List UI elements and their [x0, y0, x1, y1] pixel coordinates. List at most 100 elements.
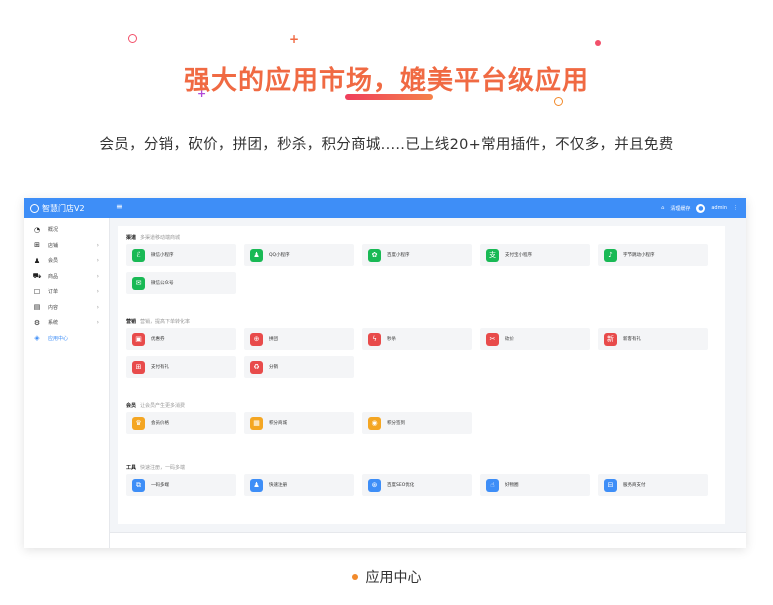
app-icon: ▣ [132, 332, 145, 346]
top-bar: 智慧门店V2 ≡ ⌂ 清理缓存 ● admin ⋮ [24, 198, 746, 218]
app-card[interactable]: ▦ 积分商城 [244, 412, 354, 434]
brand[interactable]: 智慧门店V2 [24, 198, 116, 218]
clear-cache-link[interactable]: 清理缓存 [670, 205, 690, 212]
app-icon: ⊛ [368, 478, 381, 492]
app-card-label: 优惠券 [151, 337, 165, 342]
app-window: 智慧门店V2 ≡ ⌂ 清理缓存 ● admin ⋮ ◔ 概况 ⊞ 店铺 › ♟ 会员 › ⛟ 商品… [24, 198, 746, 548]
app-card[interactable]: ⧉ 一码多端 [126, 474, 236, 496]
app-icon: 新 [604, 332, 617, 346]
app-card[interactable]: ϟ 秒杀 [362, 328, 472, 350]
app-icon: ⧉ [132, 478, 145, 492]
sidebar-item[interactable]: ⛟ 商品 › [24, 269, 109, 285]
app-icon: ♪ [604, 248, 617, 262]
app-card[interactable]: ☝ 好物圈 [480, 474, 590, 496]
sidebar-item[interactable]: ⚙ 系统 › [24, 315, 109, 331]
sidebar-item[interactable]: ☐ 订单 › [24, 284, 109, 300]
app-card[interactable]: ⊞ 支付有礼 [126, 356, 236, 378]
decor-dot-1 [595, 40, 601, 46]
cart-icon: ⛟ [32, 271, 42, 280]
chevron-right-icon: › [96, 241, 99, 249]
app-card-label: 百度SEO优化 [387, 483, 415, 488]
apps-icon: ◈ [34, 334, 40, 343]
top-right-actions: ⌂ 清理缓存 ● admin ⋮ [661, 198, 738, 218]
app-card[interactable]: ▣ 优惠券 [126, 328, 236, 350]
app-icon: ⊞ [132, 360, 145, 374]
section-heading: 渠道 [126, 235, 137, 241]
app-icon: 支 [486, 248, 499, 262]
app-icon: ♛ [132, 416, 145, 430]
app-card-label: 百度小程序 [387, 253, 410, 258]
home-icon[interactable]: ⌂ [661, 205, 664, 211]
section-description: 让会员产生更多消费 [140, 403, 186, 409]
app-card[interactable]: ⊟ 服务商支付 [598, 474, 708, 496]
app-icon: ♟ [250, 248, 263, 262]
brand-logo-icon [30, 203, 39, 213]
app-icon: ✿ [368, 248, 381, 262]
avatar[interactable]: ● [696, 203, 706, 213]
app-card-label: 微信小程序 [151, 253, 174, 258]
app-card[interactable]: 新 新客有礼 [598, 328, 708, 350]
sidebar-item-label: 内容 [48, 304, 59, 311]
app-icon: ▦ [250, 416, 263, 430]
sidebar-item[interactable]: ♟ 会员 › [24, 253, 109, 269]
app-card[interactable]: ♟ 快速注册 [244, 474, 354, 496]
sidebar-item[interactable]: ◈ 应用中心 [24, 331, 109, 347]
app-card-label: 秒杀 [387, 337, 396, 342]
chevron-right-icon: › [96, 257, 99, 265]
sidebar-item-label: 店铺 [48, 242, 59, 249]
app-icon: ◉ [368, 416, 381, 430]
app-card[interactable]: ⊛ 百度SEO优化 [362, 474, 472, 496]
menu-toggle-icon[interactable]: ≡ [116, 202, 123, 211]
app-card-label: 分销 [269, 365, 278, 370]
app-card[interactable]: ♟ QQ小程序 [244, 244, 354, 266]
app-card[interactable]: ✉ 微信公众号 [126, 272, 236, 294]
users-icon: ♟ [33, 256, 41, 265]
promo-headline: 强大的应用市场，媲美平台级应用 [183, 66, 589, 96]
section-title: 营销 营销，提高下单转化率 [126, 318, 190, 325]
chevron-right-icon: › [96, 319, 99, 327]
section-description: 多渠道移动端商城 [140, 235, 181, 241]
promo-subtitle: 会员，分销，砍价，拼团，秒杀，积分商城.....已上线20+常用插件，不仅多，并… [99, 137, 674, 153]
app-card-label: 字节跳动小程序 [623, 253, 655, 258]
section-title: 渠道 多渠道移动端商城 [126, 234, 180, 241]
section-title: 工具 快速注册，一码多端 [126, 464, 185, 471]
sidebar-item[interactable]: ▤ 内容 › [24, 300, 109, 316]
app-icon: ℰ [132, 248, 145, 262]
section-heading: 工具 [126, 465, 137, 471]
app-card[interactable]: ⊕ 拼团 [244, 328, 354, 350]
app-card[interactable]: ♻ 分销 [244, 356, 354, 378]
chevron-right-icon: › [96, 303, 99, 311]
app-card[interactable]: ◉ 积分签到 [362, 412, 472, 434]
chevron-right-icon: › [96, 288, 99, 296]
decor-circle-2 [554, 97, 563, 106]
caption-text: 应用中心 [365, 570, 422, 586]
app-card-label: 一码多端 [151, 483, 169, 488]
app-card-label: 好物圈 [505, 483, 519, 488]
sidebar-item[interactable]: ◔ 概况 [24, 222, 109, 238]
app-icon: ϟ [368, 332, 381, 346]
app-icon: ✉ [132, 276, 145, 290]
sidebar-item-label: 应用中心 [48, 335, 69, 342]
app-card[interactable]: 支 支付宝小程序 [480, 244, 590, 266]
app-card-label: 服务商支付 [623, 483, 646, 488]
app-card-label: 砍价 [505, 337, 514, 342]
app-card-label: QQ小程序 [269, 253, 290, 258]
brand-name: 智慧门店V2 [42, 203, 85, 213]
app-card-label: 积分签到 [387, 421, 405, 426]
app-card[interactable]: ♪ 字节跳动小程序 [598, 244, 708, 266]
content-icon: ▤ [33, 303, 41, 312]
app-card[interactable]: ✂ 砍价 [480, 328, 590, 350]
app-card-label: 拼团 [269, 337, 278, 342]
app-card[interactable]: ✿ 百度小程序 [362, 244, 472, 266]
order-icon: ☐ [33, 287, 41, 296]
sidebar-item-label: 概况 [48, 227, 59, 234]
sidebar-item[interactable]: ⊞ 店铺 › [24, 238, 109, 254]
grid-icon: ⊞ [34, 241, 40, 250]
app-icon: ✂ [486, 332, 499, 346]
user-name[interactable]: admin [711, 205, 727, 211]
app-card[interactable]: ♛ 会员价格 [126, 412, 236, 434]
more-icon[interactable]: ⋮ [733, 205, 738, 211]
decor-plus-1: + [289, 32, 300, 46]
app-card[interactable]: ℰ 微信小程序 [126, 244, 236, 266]
app-card-label: 积分商城 [269, 421, 287, 426]
